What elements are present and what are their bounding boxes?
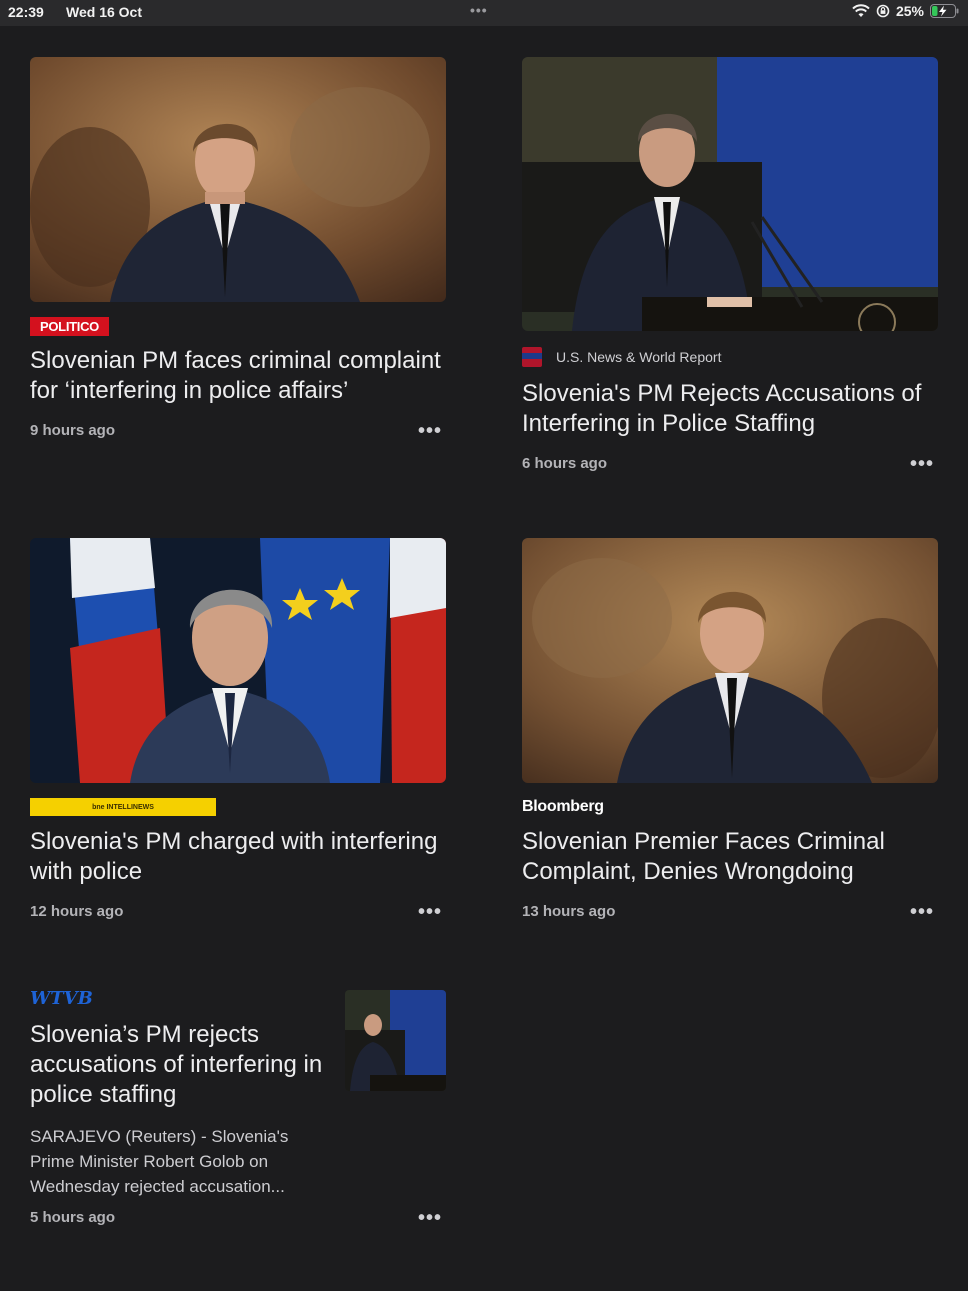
- article-time: 13 hours ago: [522, 903, 616, 920]
- more-options-icon[interactable]: •••: [418, 1208, 446, 1228]
- status-bar: 22:39 Wed 16 Oct ••• 25%: [0, 0, 968, 26]
- article-meta: 9 hours ago •••: [30, 421, 446, 441]
- status-time: 22:39: [8, 4, 44, 20]
- source-logo-bne: bne INTELLINEWS: [30, 798, 216, 816]
- wifi-icon: [852, 4, 870, 17]
- article-time: 6 hours ago: [522, 455, 608, 472]
- article-image[interactable]: [30, 538, 446, 783]
- source-logo-bloomberg: Bloomberg: [522, 798, 604, 815]
- article-image[interactable]: [522, 57, 938, 331]
- source-row: U.S. News & World Report: [522, 347, 938, 367]
- article-card[interactable]: U.S. News & World Report Slovenia's PM R…: [522, 57, 938, 474]
- usnews-logo-icon: [522, 347, 542, 367]
- article-photo: [522, 57, 938, 331]
- article-meta: 13 hours ago •••: [522, 902, 938, 922]
- article-photo: [522, 538, 938, 783]
- article-meta: 5 hours ago •••: [30, 1208, 446, 1228]
- article-image[interactable]: [30, 57, 446, 302]
- article-card[interactable]: WTVB Slovenia’s PM rejects accusations o…: [30, 987, 446, 1228]
- article-time: 5 hours ago: [30, 1209, 116, 1226]
- source-row: WTVB: [30, 987, 330, 1009]
- article-photo: [345, 990, 446, 1091]
- article-photo: [30, 538, 446, 783]
- more-options-icon[interactable]: •••: [418, 421, 446, 441]
- article-card[interactable]: Bloomberg Slovenian Premier Faces Crimin…: [522, 538, 938, 922]
- article-title[interactable]: Slovenian Premier Faces Criminal Complai…: [522, 827, 938, 887]
- article-title[interactable]: Slovenia's PM charged with interfering w…: [30, 827, 446, 887]
- article-thumbnail[interactable]: [345, 990, 446, 1091]
- source-row: bne INTELLINEWS: [30, 797, 446, 817]
- article-card[interactable]: POLITICO Slovenian PM faces criminal com…: [30, 57, 446, 441]
- battery-percent: 25%: [895, 3, 924, 19]
- more-options-icon[interactable]: •••: [910, 454, 938, 474]
- status-date: Wed 16 Oct: [66, 4, 142, 20]
- more-options-icon[interactable]: •••: [910, 902, 938, 922]
- article-image[interactable]: [522, 538, 938, 783]
- article-title[interactable]: Slovenia’s PM rejects accusations of int…: [30, 1020, 330, 1110]
- source-row: Bloomberg: [522, 797, 938, 817]
- rotation-lock-icon: [876, 4, 890, 18]
- status-indicators: 25%: [852, 3, 960, 19]
- source-name: U.S. News & World Report: [556, 349, 722, 365]
- source-logo-wtvb: WTVB: [30, 987, 93, 1009]
- article-meta: 6 hours ago •••: [522, 454, 938, 474]
- battery-charging-icon: [930, 4, 959, 18]
- article-photo: [30, 57, 446, 302]
- article-excerpt: SARAJEVO (Reuters) - Slovenia's Prime Mi…: [30, 1127, 289, 1196]
- article-card[interactable]: bne INTELLINEWS Slovenia's PM charged wi…: [30, 538, 446, 922]
- more-options-icon[interactable]: •••: [418, 902, 446, 922]
- source-logo-usnews: U.S. News & World Report: [522, 347, 721, 367]
- article-time: 9 hours ago: [30, 422, 116, 439]
- source-logo-politico: POLITICO: [30, 316, 109, 336]
- article-time: 12 hours ago: [30, 903, 124, 920]
- multitask-dots-icon[interactable]: •••: [470, 2, 488, 18]
- article-title[interactable]: Slovenian PM faces criminal complaint fo…: [30, 346, 446, 406]
- article-meta: 12 hours ago •••: [30, 902, 446, 922]
- article-title[interactable]: Slovenia's PM Rejects Accusations of Int…: [522, 379, 938, 439]
- source-row: POLITICO: [30, 316, 446, 336]
